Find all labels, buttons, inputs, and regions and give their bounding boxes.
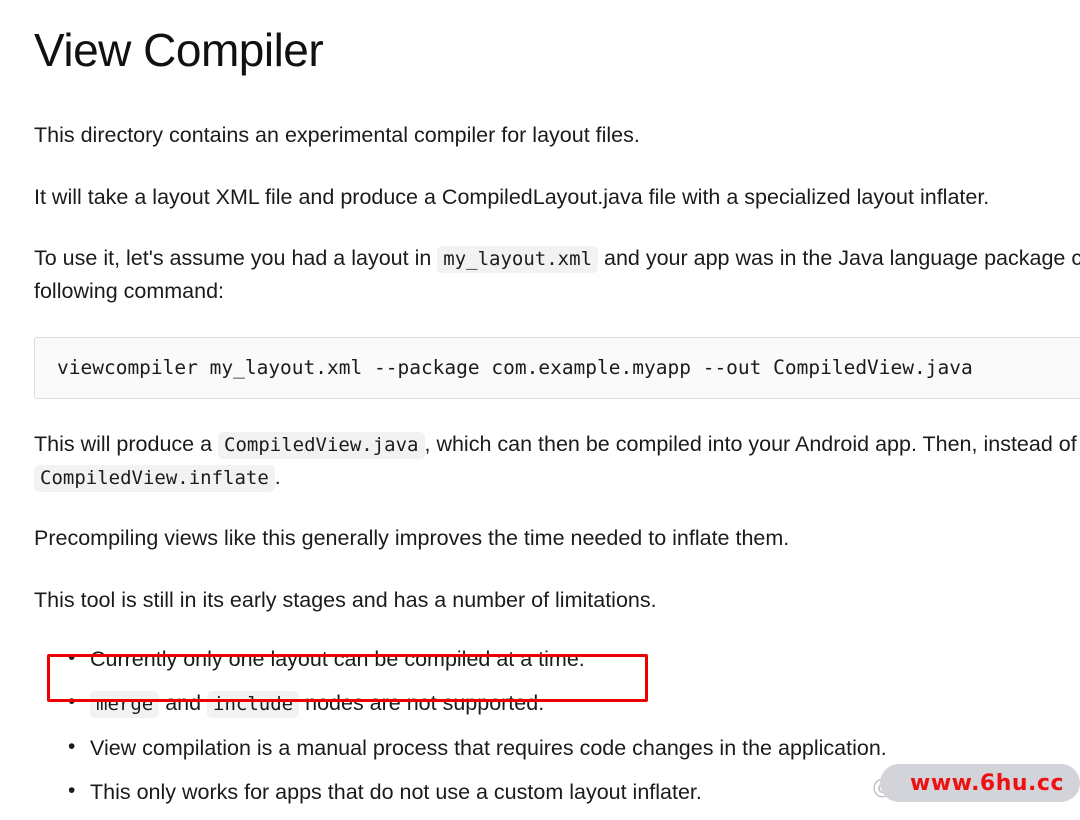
code-block-viewcompiler: viewcompiler my_layout.xml --package com… <box>34 336 1080 399</box>
paragraph-result: This will produce a CompiledView.java, w… <box>34 428 1080 493</box>
watermark: @稻 www.6hu.cc <box>872 764 1080 802</box>
result-part1: This will produce a <box>34 431 213 456</box>
page-title: View Compiler <box>34 24 324 76</box>
list-item-text: nodes are not supported. <box>305 691 545 716</box>
usage-lead-before: To use it, let's assume you had a layout… <box>34 246 432 271</box>
paragraph-produce: It will take a layout XML file and produ… <box>34 184 990 209</box>
inline-code-include: include <box>207 691 300 719</box>
list-item-text: This only works for apps that do not use… <box>90 780 702 805</box>
paragraph-intro: This directory contains an experimental … <box>34 122 640 147</box>
list-item-merge-include: merge and include nodes are not supporte… <box>68 689 1080 719</box>
watermark-site-label: www.6hu.cc <box>910 770 1064 796</box>
result-part2: , which can then be compiled into your A… <box>424 431 1080 456</box>
list-item-conjunction: and <box>165 691 202 716</box>
inline-code-compiledview-inflate: CompiledView.inflate <box>34 464 275 492</box>
list-item-manual-process: View compilation is a manual process tha… <box>68 734 1080 763</box>
inline-code-compiledview-java: CompiledView.java <box>218 431 425 459</box>
paragraph-precompiling: Precompiling views like this generally i… <box>34 526 790 551</box>
inline-code-merge: merge <box>90 691 160 719</box>
watermark-pill: www.6hu.cc <box>880 764 1080 802</box>
list-item-text: Currently only one layout can be compile… <box>90 646 585 671</box>
paragraph-early-stages: This tool is still in its early stages a… <box>34 587 657 612</box>
paragraph-usage: To use it, let's assume you had a layout… <box>34 242 1080 307</box>
result-part4: . <box>274 464 281 489</box>
list-item-text: View compilation is a manual process tha… <box>90 735 887 760</box>
code-block-content: viewcompiler my_layout.xml --package com… <box>57 355 973 379</box>
inline-code-my-layout-xml: my_layout.xml <box>437 246 599 274</box>
document-page: View Compiler This directory contains an… <box>0 0 1080 820</box>
markdown-body: View Compiler This directory contains an… <box>34 0 1080 820</box>
list-item-one-layout: Currently only one layout can be compile… <box>68 645 1080 674</box>
